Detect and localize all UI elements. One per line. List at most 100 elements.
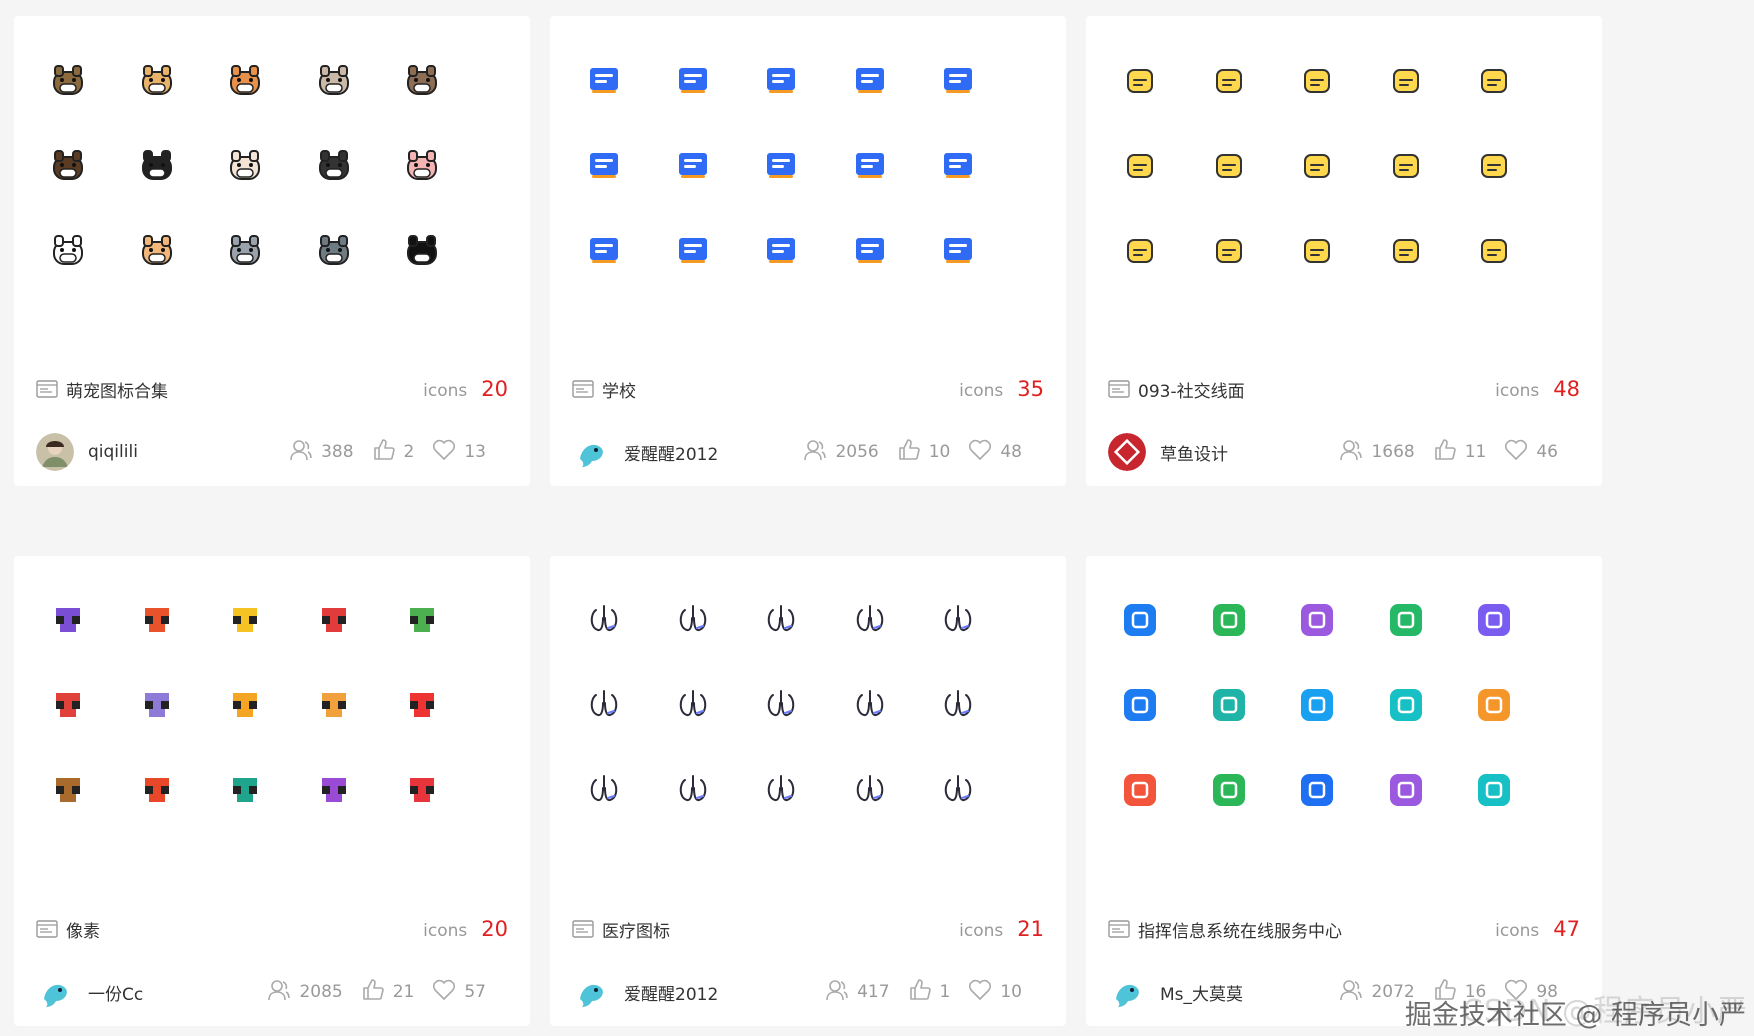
cat-face-icon[interactable] bbox=[304, 50, 364, 110]
shopping-cart-icon[interactable] bbox=[1110, 220, 1170, 280]
pig-icon[interactable] bbox=[392, 135, 452, 195]
white-dog-icon[interactable] bbox=[215, 135, 275, 195]
gray-cat-icon[interactable] bbox=[304, 220, 364, 280]
lungs-outline-icon[interactable] bbox=[574, 760, 634, 820]
monitor-icon[interactable] bbox=[1199, 135, 1259, 195]
heart-icon[interactable] bbox=[1504, 438, 1528, 467]
film-reel-icon[interactable] bbox=[1376, 50, 1436, 110]
purple-flower-icon[interactable] bbox=[127, 675, 187, 735]
icon-set-title[interactable]: 像素 bbox=[66, 917, 100, 942]
piranha-plant-icon[interactable] bbox=[38, 675, 98, 735]
shopping-bag-icon[interactable] bbox=[1199, 220, 1259, 280]
kidneys-icon[interactable] bbox=[928, 760, 988, 820]
avatar[interactable] bbox=[1108, 973, 1146, 1011]
exchange-icon[interactable] bbox=[1199, 760, 1259, 820]
icon-set-card[interactable]: 像素 icons 20 一份Cc 2085 21 57 bbox=[14, 556, 530, 1026]
favorite-stat[interactable]: 46 bbox=[1504, 438, 1558, 467]
calendar-check-icon[interactable] bbox=[663, 135, 723, 195]
favorite-stat[interactable]: 10 bbox=[968, 978, 1022, 1007]
favorite-stat[interactable]: 13 bbox=[432, 438, 486, 467]
pizza-icon[interactable] bbox=[304, 675, 364, 735]
intestine-icon[interactable] bbox=[751, 590, 811, 650]
document-icon[interactable] bbox=[1199, 675, 1259, 735]
stomach-icon[interactable] bbox=[751, 760, 811, 820]
butterfly-orange-icon[interactable] bbox=[215, 675, 275, 735]
thumbs-up-icon[interactable] bbox=[372, 438, 396, 467]
user-circle-icon[interactable] bbox=[1376, 220, 1436, 280]
heart-icon[interactable] bbox=[968, 978, 992, 1007]
mario-icon[interactable] bbox=[392, 675, 452, 735]
butterfly-teal-icon[interactable] bbox=[215, 760, 275, 820]
board-check-icon[interactable] bbox=[840, 220, 900, 280]
uterus-icon[interactable] bbox=[663, 675, 723, 735]
shiba-dog-icon[interactable] bbox=[215, 50, 275, 110]
bookmark-plus-icon[interactable] bbox=[1464, 50, 1524, 110]
send-icon[interactable] bbox=[1464, 590, 1524, 650]
thumbs-up-icon[interactable] bbox=[897, 438, 921, 467]
chat-icon[interactable] bbox=[1287, 590, 1347, 650]
virus-icon[interactable] bbox=[840, 675, 900, 735]
red-mushroom-icon[interactable] bbox=[304, 590, 364, 650]
bomb-icon[interactable] bbox=[38, 590, 98, 650]
thumbs-up-icon[interactable] bbox=[908, 978, 932, 1007]
timer-icon[interactable] bbox=[1287, 220, 1347, 280]
icon-set-card[interactable]: 093-社交线面 icons 48 草鱼设计 1668 11 46 bbox=[1086, 16, 1602, 486]
avatar[interactable] bbox=[1108, 433, 1146, 471]
scissors-icon[interactable] bbox=[840, 760, 900, 820]
iv-drip-icon[interactable] bbox=[840, 590, 900, 650]
icon-set-card[interactable]: 指挥信息系统在线服务中心 icons 47 Ms_大莫莫 2072 16 98 bbox=[1086, 556, 1602, 1026]
calendar-grid-icon[interactable] bbox=[663, 220, 723, 280]
key-icon[interactable] bbox=[1287, 675, 1347, 735]
lectern-icon[interactable] bbox=[751, 135, 811, 195]
user-icon[interactable] bbox=[751, 220, 811, 280]
ticket-icon[interactable] bbox=[1464, 135, 1524, 195]
icon-set-card[interactable]: 医疗图标 icons 21 爱醒醒2012 417 1 10 bbox=[550, 556, 1066, 1026]
tuxedo-cat-icon[interactable] bbox=[392, 220, 452, 280]
star-folder-icon[interactable] bbox=[1464, 675, 1524, 735]
icon-set-card[interactable]: 萌宠图标合集 icons 20 qiqilili 388 2 13 bbox=[14, 16, 530, 486]
avatar[interactable] bbox=[572, 433, 610, 471]
like-icon[interactable] bbox=[1287, 135, 1347, 195]
crown-icon[interactable] bbox=[928, 220, 988, 280]
icon-set-card[interactable]: 学校 icons 35 爱醒醒2012 2056 10 48 bbox=[550, 16, 1066, 486]
icon-set-title[interactable]: 萌宠图标合集 bbox=[66, 377, 168, 402]
husky-icon[interactable] bbox=[304, 135, 364, 195]
heart-icon[interactable] bbox=[432, 438, 456, 467]
clipboard-swap-icon[interactable] bbox=[574, 220, 634, 280]
author-name[interactable]: 爱醒醒2012 bbox=[624, 440, 718, 465]
award-badge-icon[interactable] bbox=[928, 135, 988, 195]
author-name[interactable]: 爱醒醒2012 bbox=[624, 980, 718, 1005]
burger-icon[interactable] bbox=[38, 760, 98, 820]
clipboard-user-icon[interactable] bbox=[840, 135, 900, 195]
author-name[interactable]: 草鱼设计 bbox=[1160, 440, 1228, 465]
heart-icon[interactable] bbox=[968, 438, 992, 467]
cone-icon[interactable] bbox=[1199, 590, 1259, 650]
green-mushroom-icon[interactable] bbox=[392, 590, 452, 650]
floppy-disk-icon[interactable] bbox=[1199, 50, 1259, 110]
thumbs-up-icon[interactable] bbox=[928, 50, 988, 110]
location-icon[interactable] bbox=[1110, 675, 1170, 735]
hamster-icon[interactable] bbox=[127, 50, 187, 110]
duck-icon[interactable] bbox=[38, 220, 98, 280]
notes-icon[interactable] bbox=[1376, 760, 1436, 820]
star-board-icon[interactable] bbox=[840, 50, 900, 110]
gray-cat-sign-icon[interactable] bbox=[215, 220, 275, 280]
cloud-upload-icon[interactable] bbox=[1464, 760, 1524, 820]
icon-set-title[interactable]: 指挥信息系统在线服务中心 bbox=[1138, 917, 1342, 942]
cloud-check-icon[interactable] bbox=[1376, 590, 1436, 650]
avatar[interactable] bbox=[572, 973, 610, 1011]
avatar[interactable] bbox=[36, 973, 74, 1011]
thumbs-up-icon[interactable] bbox=[1433, 438, 1457, 467]
sun-flower-icon[interactable] bbox=[215, 590, 275, 650]
shield-check-icon[interactable] bbox=[1110, 50, 1170, 110]
wrench-icon[interactable] bbox=[751, 50, 811, 110]
butterfly-purple-icon[interactable] bbox=[304, 760, 364, 820]
gift-box-icon[interactable] bbox=[1376, 135, 1436, 195]
orange-cat-icon[interactable] bbox=[127, 220, 187, 280]
lungs-icon[interactable] bbox=[574, 590, 634, 650]
clover-icon[interactable] bbox=[574, 135, 634, 195]
battery-icon[interactable] bbox=[1464, 220, 1524, 280]
like-stat[interactable]: 21 bbox=[361, 978, 414, 1007]
parrot-icon[interactable] bbox=[127, 760, 187, 820]
like-stat[interactable]: 2 bbox=[372, 438, 414, 467]
